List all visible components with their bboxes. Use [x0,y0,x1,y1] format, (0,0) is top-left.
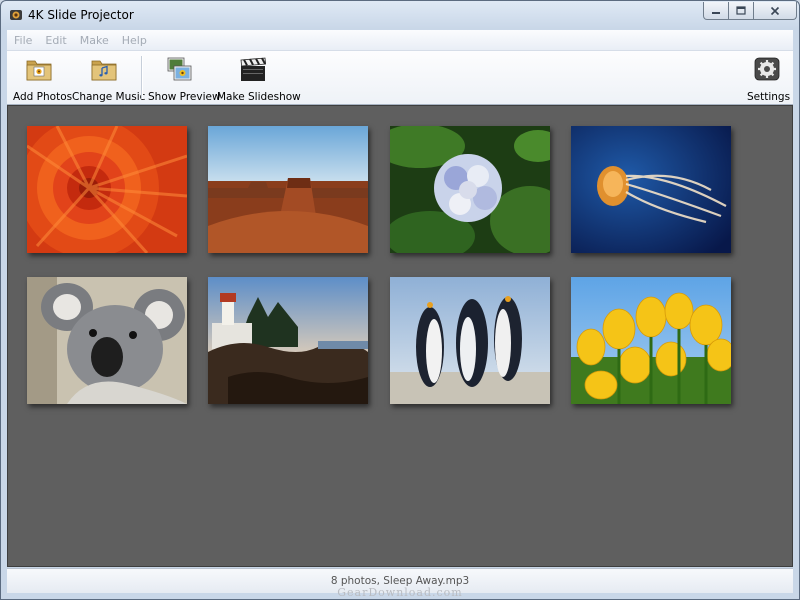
add-photos-button[interactable]: Add Photos [13,55,73,103]
photo-thumbnail-desert[interactable] [208,126,368,253]
show-preview-label: Show Preview [148,91,221,103]
photo-thumbnail-penguins[interactable] [390,277,550,404]
change-music-button[interactable]: Change Music [72,55,146,103]
maximize-icon [736,6,746,15]
watermark-text: GearDownload.com [337,586,463,599]
photo-thumbnail-koala[interactable] [27,277,187,404]
photo-thumbnail-hydrangeas[interactable] [390,126,550,253]
menu-make[interactable]: Make [80,34,109,47]
close-button[interactable] [754,2,797,20]
preview-images-icon [167,57,192,81]
maximize-button[interactable] [729,2,754,20]
app-projector-icon [10,10,22,20]
toolbar-separator [141,56,143,99]
minimize-icon [712,11,720,14]
minimize-button[interactable] [703,2,729,20]
app-window: 4K Slide Projector File Edit Make Help A… [0,0,800,600]
menu-help[interactable]: Help [122,34,147,47]
menu-edit[interactable]: Edit [45,34,66,47]
clapperboard-icon [240,57,267,81]
folder-photo-icon [26,60,52,81]
photo-thumbnail-jellyfish[interactable] [571,126,731,253]
photo-canvas[interactable] [7,105,793,567]
change-music-label: Change Music [72,91,146,103]
photo-thumbnail-tulips[interactable] [571,277,731,404]
folder-music-icon [91,60,117,81]
settings-label: Settings [747,91,791,103]
show-preview-button[interactable]: Show Preview [148,55,221,103]
menu-file[interactable]: File [14,34,32,47]
photo-thumbnail-chrysanthemum[interactable] [27,126,187,253]
status-bar: 8 photos, Sleep Away.mp3 GearDownload.co… [7,568,793,599]
add-photos-label: Add Photos [13,91,73,103]
settings-gear-icon [754,57,780,81]
settings-button[interactable]: Settings [747,55,791,103]
toolbar: Add Photos Change Music Show Preview Mak… [7,51,793,105]
title-bar[interactable]: 4K Slide Projector [1,1,799,30]
close-icon [770,6,780,15]
make-slideshow-label: Make Slideshow [217,91,301,103]
menu-bar: File Edit Make Help [7,30,793,51]
make-slideshow-button[interactable]: Make Slideshow [217,55,301,103]
photo-thumbnail-lighthouse[interactable] [208,277,368,404]
window-title: 4K Slide Projector [28,8,134,22]
